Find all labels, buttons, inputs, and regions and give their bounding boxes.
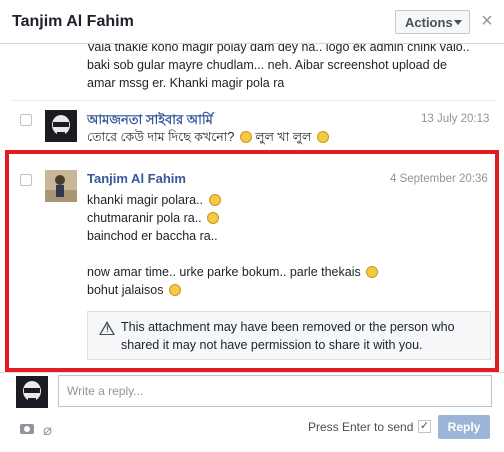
emoji-icon <box>239 131 252 143</box>
chevron-down-icon <box>454 20 462 25</box>
divider <box>12 100 496 101</box>
camera-lens <box>24 426 30 432</box>
conversation-dialog: Tanjim Al Fahim Actions × Vala thakle ko… <box>0 0 504 452</box>
message-body: তোরে কেউ দাম দিছে কখনো? লুল খা লুল <box>87 128 329 146</box>
highlight-box <box>5 150 499 372</box>
camera-icon[interactable] <box>20 424 34 434</box>
message-line: baki sob gular mayre chudlam... neh. Aib… <box>87 58 447 72</box>
message-line: তোরে কেউ দাম দিছে কখনো? <box>87 130 235 144</box>
select-message-checkbox[interactable] <box>20 114 32 126</box>
reply-button[interactable]: Reply <box>438 415 490 439</box>
avatar <box>16 376 48 408</box>
message-line: amar mssg er. Khanki magir pola ra <box>87 76 285 90</box>
reply-composer: ⌀ Press Enter to send ✓ Reply <box>0 372 504 452</box>
attachment-icon[interactable]: ⌀ <box>43 421 52 439</box>
conversation-title: Tanjim Al Fahim <box>12 13 134 30</box>
reply-input[interactable] <box>58 375 492 407</box>
skull-mask-icon <box>16 376 48 408</box>
close-icon[interactable]: × <box>478 11 496 31</box>
actions-button[interactable]: Actions <box>395 10 470 34</box>
press-enter-label: Press Enter to send <box>308 420 414 434</box>
message-body: Vala thakle kono magir polay dam dey na.… <box>87 44 470 92</box>
emoji-icon <box>316 131 329 143</box>
dialog-header: Tanjim Al Fahim Actions × <box>0 0 504 44</box>
avatar[interactable] <box>45 110 77 142</box>
message-line: Vala thakle kono magir polay dam dey na.… <box>87 44 470 54</box>
actions-label: Actions <box>405 15 453 30</box>
message-line-tail: লুল খা লুল <box>255 130 312 144</box>
message-timestamp: 13 July 20:13 <box>421 113 490 125</box>
skull-mask-icon <box>45 110 77 142</box>
press-enter-checkbox[interactable]: ✓ <box>418 420 431 433</box>
